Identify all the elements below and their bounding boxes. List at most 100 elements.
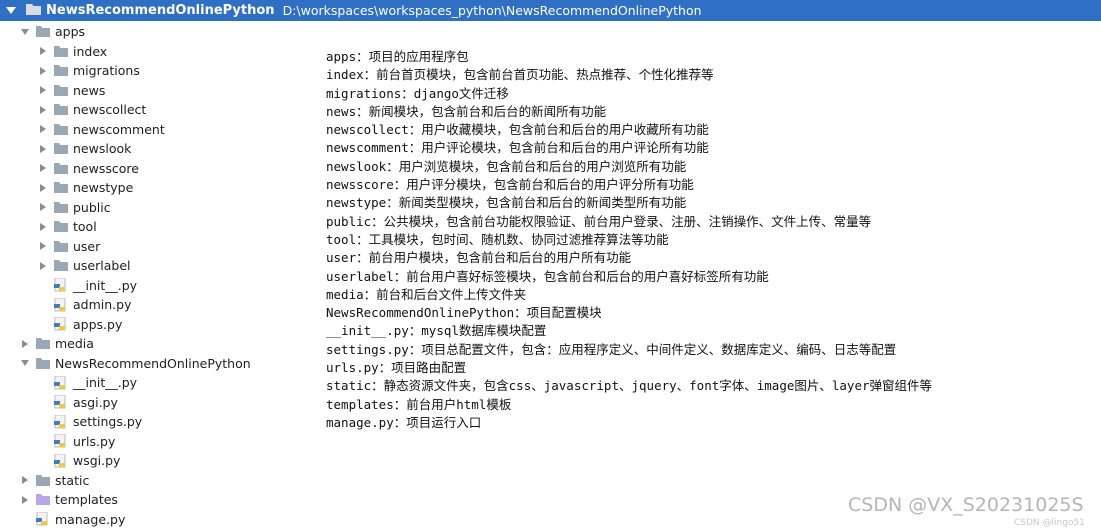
note-line: migrations：django文件迁移: [326, 85, 509, 101]
folder-icon: [26, 3, 41, 19]
tree-file-item[interactable]: admin.py: [36, 295, 131, 314]
tree-folder-item[interactable]: apps: [18, 22, 85, 41]
note-line: newstype：新闻类型模块，包含前台和后台的新闻类型所有功能: [326, 195, 687, 211]
tree-item-label: apps.py: [73, 316, 123, 332]
chevron-right-icon[interactable]: [18, 493, 32, 507]
folder-icon: [54, 123, 68, 135]
chevron-right-icon[interactable]: [36, 142, 50, 156]
chevron-right-icon[interactable]: [36, 239, 50, 253]
tree-folder-item[interactable]: userlabel: [36, 256, 131, 275]
note-line: templates：前台用户html模板: [326, 396, 512, 412]
expand-arrow-icon[interactable]: [6, 7, 16, 14]
tree-file-item[interactable]: __init__.py: [36, 373, 137, 392]
tree-item-label: asgi.py: [73, 394, 118, 410]
chevron-right-icon[interactable]: [18, 337, 32, 351]
note-line: userlabel：前台用户喜好标签模块，包含前台和后台的用户喜好标签所有功能: [326, 268, 769, 284]
chevron-right-icon[interactable]: [36, 161, 50, 175]
chevron-right-icon[interactable]: [36, 83, 50, 97]
project-name: NewsRecommendOnlinePython: [46, 3, 275, 18]
folder-icon: [54, 162, 68, 174]
note-line: newscomment：用户评论模块，包含前台和后台的用户评论所有功能: [326, 140, 709, 156]
chevron-right-icon[interactable]: [36, 259, 50, 273]
tree-item-label: index: [73, 43, 108, 59]
note-line: NewsRecommendOnlinePython：项目配置模块: [326, 305, 602, 321]
tree-file-item[interactable]: apps.py: [36, 315, 122, 334]
tree-item-label: user: [73, 238, 101, 254]
chevron-down-icon[interactable]: [18, 25, 32, 39]
tree-file-item[interactable]: settings.py: [36, 412, 142, 431]
note-line: newscollect：用户收藏模块，包含前台和后台的用户收藏所有功能: [326, 122, 709, 138]
python-file-icon: [54, 453, 68, 468]
tree-folder-item[interactable]: user: [36, 237, 100, 256]
tree-folder-item[interactable]: news: [36, 81, 105, 100]
tree-folder-item[interactable]: newstype: [36, 178, 133, 197]
tree-folder-item[interactable]: public: [36, 198, 111, 217]
tree-folder-item[interactable]: media: [18, 334, 94, 353]
chevron-right-icon[interactable]: [36, 103, 50, 117]
tree-folder-item[interactable]: newscomment: [36, 120, 165, 139]
tree-folder-item[interactable]: NewsRecommendOnlinePython: [18, 354, 251, 373]
tree-item-label: newsscore: [73, 160, 139, 176]
tree-item-label: __init__.py: [73, 277, 138, 293]
python-file-icon: [54, 375, 68, 390]
python-file-icon: [54, 433, 68, 448]
tree-item-label: settings.py: [73, 414, 143, 429]
tree-item-label: newscollect: [73, 102, 147, 117]
folder-icon: [36, 357, 50, 369]
tree-folder-item[interactable]: migrations: [36, 61, 140, 80]
python-file-icon: [54, 414, 68, 429]
tree-item-label: tool: [73, 219, 97, 234]
folder-icon: [54, 240, 68, 252]
tree-folder-item[interactable]: index: [36, 42, 107, 61]
folder-icon: [54, 182, 68, 193]
chevron-right-icon[interactable]: [36, 200, 50, 214]
tree-item-label: newslook: [73, 141, 132, 156]
tree-item-label: newstype: [73, 180, 134, 195]
folder-icon: [54, 221, 68, 232]
tree-item-label: admin.py: [73, 297, 132, 312]
folder-icon: [54, 260, 68, 271]
tree-file-item[interactable]: asgi.py: [36, 393, 118, 412]
note-line: urls.py：项目路由配置: [326, 360, 467, 376]
note-line: media：前台和后台文件上传文件夹: [326, 286, 527, 302]
chevron-right-icon[interactable]: [36, 181, 50, 195]
folder-icon: [36, 494, 50, 505]
tree-folder-item[interactable]: templates: [18, 490, 118, 509]
chevron-right-icon[interactable]: [36, 220, 50, 234]
tree-file-item[interactable]: urls.py: [36, 432, 115, 451]
note-line: __init__.py：mysql数据库模块配置: [326, 323, 547, 339]
tree-folder-item[interactable]: tool: [36, 217, 97, 236]
tree-folder-item[interactable]: static: [18, 471, 89, 490]
folder-icon: [54, 65, 68, 76]
tree-item-label: wsgi.py: [73, 453, 121, 468]
note-line: news：新闻模块，包含前台和后台的新闻所有功能: [326, 103, 607, 119]
folder-icon: [54, 201, 68, 213]
tree-folder-item[interactable]: newslook: [36, 139, 131, 158]
python-file-icon: [54, 394, 68, 409]
chevron-down-icon[interactable]: [18, 356, 32, 370]
tree-file-item[interactable]: __init__.py: [36, 276, 137, 295]
chevron-right-icon[interactable]: [36, 44, 50, 58]
note-line: public：公共模块，包含前台功能权限验证、前台用户登录、注册、注销操作、文件…: [326, 213, 872, 229]
tree-item-label: userlabel: [73, 258, 131, 273]
tree-item-label: NewsRecommendOnlinePython: [55, 355, 251, 371]
folder-icon: [54, 84, 68, 96]
note-line: manage.py：项目运行入口: [326, 414, 482, 430]
tree-file-item[interactable]: wsgi.py: [36, 451, 120, 470]
note-line: apps：项目的应用程序包: [326, 49, 469, 64]
folder-icon: [36, 474, 50, 486]
tree-folder-item[interactable]: newsscore: [36, 159, 139, 178]
tree-item-label: news: [73, 82, 106, 98]
chevron-right-icon[interactable]: [36, 64, 50, 78]
project-path: D:\workspaces\workspaces_python\NewsReco…: [282, 3, 702, 18]
python-file-icon: [54, 297, 68, 312]
tree-folder-item[interactable]: newscollect: [36, 100, 146, 119]
chevron-right-icon[interactable]: [36, 122, 50, 136]
folder-icon: [54, 45, 68, 57]
chevron-right-icon[interactable]: [18, 473, 32, 487]
description-notes: apps：项目的应用程序包 index：前台首页模块，包含前台首页功能、热点推荐、…: [326, 48, 932, 432]
note-line: static：静态资源文件夹，包含css、javascript、jquery、f…: [326, 378, 933, 394]
tree-item-label: apps: [55, 24, 86, 39]
note-line: tool：工具模块，包时间、随机数、协同过滤推荐算法等功能: [326, 231, 669, 247]
project-header[interactable]: NewsRecommendOnlinePython D:\workspaces\…: [0, 0, 1101, 21]
